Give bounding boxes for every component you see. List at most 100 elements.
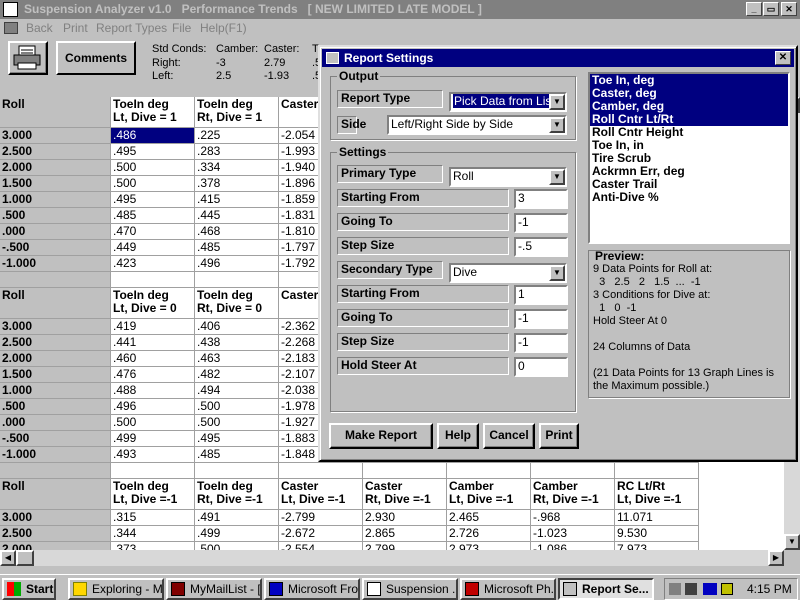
chevron-down-icon[interactable]: ▼ xyxy=(549,169,565,185)
table-cell[interactable]: .500 xyxy=(195,542,279,550)
table-cell[interactable]: .482 xyxy=(195,367,279,383)
scroll-thumb[interactable] xyxy=(16,550,34,566)
row-label[interactable]: .000 xyxy=(0,415,111,431)
sec-step-size-input[interactable]: -1 xyxy=(514,333,568,353)
row-label[interactable]: -1.000 xyxy=(0,447,111,463)
speaker-icon[interactable] xyxy=(685,583,697,595)
column-header[interactable]: ToeIn deg Rt, Dive = 0 xyxy=(195,288,279,319)
table-cell[interactable]: 7.973 xyxy=(615,542,699,550)
menu-report-types[interactable]: Report Types xyxy=(96,21,167,35)
row-label[interactable]: 1.000 xyxy=(0,383,111,399)
row-header-label[interactable]: Roll xyxy=(0,479,111,510)
table-cell[interactable]: .500 xyxy=(111,176,195,192)
table-cell[interactable]: -1.086 xyxy=(531,542,615,550)
cancel-button[interactable]: Cancel xyxy=(483,423,535,449)
row-label[interactable]: .500 xyxy=(0,399,111,415)
table-cell[interactable]: .445 xyxy=(195,208,279,224)
close-button[interactable]: ✕ xyxy=(781,2,797,16)
table-cell[interactable]: .378 xyxy=(195,176,279,192)
table-cell[interactable]: .344 xyxy=(111,526,195,542)
step-size-input[interactable]: -.5 xyxy=(514,237,568,257)
table-cell[interactable]: 2.865 xyxy=(363,526,447,542)
list-item[interactable]: Anti-Dive % xyxy=(590,191,788,204)
row-label[interactable]: 1.500 xyxy=(0,176,111,192)
sec-starting-from-input[interactable]: 1 xyxy=(514,285,568,305)
maximize-button[interactable]: ▭ xyxy=(763,2,779,16)
table-cell[interactable]: .463 xyxy=(195,351,279,367)
network-icon[interactable] xyxy=(669,583,681,595)
table-cell[interactable]: .315 xyxy=(111,510,195,526)
column-header[interactable]: Caster Lt, Dive =-1 xyxy=(279,479,363,510)
table-cell[interactable]: .468 xyxy=(195,224,279,240)
table-cell[interactable]: .460 xyxy=(111,351,195,367)
menu-back[interactable]: Back xyxy=(26,21,53,35)
table-cell[interactable]: .406 xyxy=(195,319,279,335)
table-cell[interactable]: .419 xyxy=(111,319,195,335)
side-select[interactable]: Left/Right Side by Side ▼ xyxy=(387,115,567,135)
table-cell[interactable]: 2.930 xyxy=(363,510,447,526)
starting-from-input[interactable]: 3 xyxy=(514,189,568,209)
data-listbox[interactable]: Toe In, deg Caster, deg Camber, deg Roll Cn… xyxy=(588,72,790,244)
table-cell[interactable]: .500 xyxy=(111,415,195,431)
table-cell[interactable]: .500 xyxy=(195,415,279,431)
table-cell[interactable]: .495 xyxy=(195,431,279,447)
row-header-label[interactable]: Roll xyxy=(0,288,111,319)
table-cell[interactable]: .283 xyxy=(195,144,279,160)
taskbar-item-photo[interactable]: Microsoft Ph... xyxy=(460,578,556,600)
menu-file[interactable]: File xyxy=(172,21,191,35)
column-header[interactable]: ToeIn deg Lt, Dive =-1 xyxy=(111,479,195,510)
row-label[interactable]: 2.000 xyxy=(0,542,111,550)
table-cell[interactable]: .438 xyxy=(195,335,279,351)
table-cell[interactable]: .494 xyxy=(195,383,279,399)
column-header[interactable]: ToeIn deg Rt, Dive =-1 xyxy=(195,479,279,510)
chevron-down-icon[interactable]: ▼ xyxy=(549,265,565,281)
table-cell[interactable]: .496 xyxy=(111,399,195,415)
table-cell[interactable]: 2.726 xyxy=(447,526,531,542)
row-label[interactable]: -.500 xyxy=(0,240,111,256)
table-cell[interactable]: 2.973 xyxy=(447,542,531,550)
chevron-down-icon[interactable]: ▼ xyxy=(549,94,565,110)
table-cell[interactable]: .495 xyxy=(111,192,195,208)
row-label[interactable]: 2.000 xyxy=(0,160,111,176)
scroll-left-icon[interactable]: ◀ xyxy=(0,550,16,566)
primary-type-select[interactable]: Roll ▼ xyxy=(449,167,567,187)
dialog-close-button[interactable]: ✕ xyxy=(775,51,791,65)
table-cell[interactable]: .373 xyxy=(111,542,195,550)
minimize-button[interactable]: _ xyxy=(746,2,762,16)
table-cell[interactable]: -2.672 xyxy=(279,526,363,542)
table-cell[interactable]: .441 xyxy=(111,335,195,351)
taskbar-item-exploring[interactable]: Exploring - M... xyxy=(68,578,164,600)
sec-going-to-input[interactable]: -1 xyxy=(514,309,568,329)
table-cell[interactable]: .415 xyxy=(195,192,279,208)
table-cell[interactable]: .491 xyxy=(195,510,279,526)
menu-print[interactable]: Print xyxy=(63,21,88,35)
table-cell[interactable]: 11.071 xyxy=(615,510,699,526)
scroll-down-icon[interactable]: ▼ xyxy=(784,534,800,550)
row-label[interactable]: -1.000 xyxy=(0,256,111,272)
column-header[interactable]: RC Lt/Rt Lt, Dive =-1 xyxy=(615,479,699,510)
chevron-down-icon[interactable]: ▼ xyxy=(549,117,565,133)
table-cell[interactable]: .488 xyxy=(111,383,195,399)
row-label[interactable]: 3.000 xyxy=(0,319,111,335)
taskbar-item-report-settings[interactable]: Report Se... xyxy=(558,578,654,600)
table-cell[interactable]: .496 xyxy=(195,256,279,272)
row-label[interactable]: 2.500 xyxy=(0,526,111,542)
help-button[interactable]: Help xyxy=(437,423,479,449)
report-type-select[interactable]: Pick Data from List ▼ xyxy=(449,92,567,112)
start-button[interactable]: Start xyxy=(2,578,56,600)
secondary-type-select[interactable]: Dive ▼ xyxy=(449,263,567,283)
row-label[interactable]: 2.500 xyxy=(0,335,111,351)
table-cell[interactable]: .225 xyxy=(195,128,279,144)
table-cell[interactable]: .500 xyxy=(111,160,195,176)
row-label[interactable]: 3.000 xyxy=(0,128,111,144)
column-header[interactable]: Caster Rt, Dive =-1 xyxy=(363,479,447,510)
table-cell[interactable]: .486 xyxy=(111,128,195,144)
table-cell[interactable]: 2.799 xyxy=(363,542,447,550)
column-header[interactable]: ToeIn deg Lt, Dive = 0 xyxy=(111,288,195,319)
column-header[interactable]: ToeIn deg Lt, Dive = 1 xyxy=(111,97,195,128)
table-cell[interactable]: 9.530 xyxy=(615,526,699,542)
table-cell[interactable]: .495 xyxy=(111,144,195,160)
clock[interactable]: 4:15 PM xyxy=(747,582,792,596)
table-cell[interactable]: .485 xyxy=(195,447,279,463)
row-label[interactable]: 1.500 xyxy=(0,367,111,383)
